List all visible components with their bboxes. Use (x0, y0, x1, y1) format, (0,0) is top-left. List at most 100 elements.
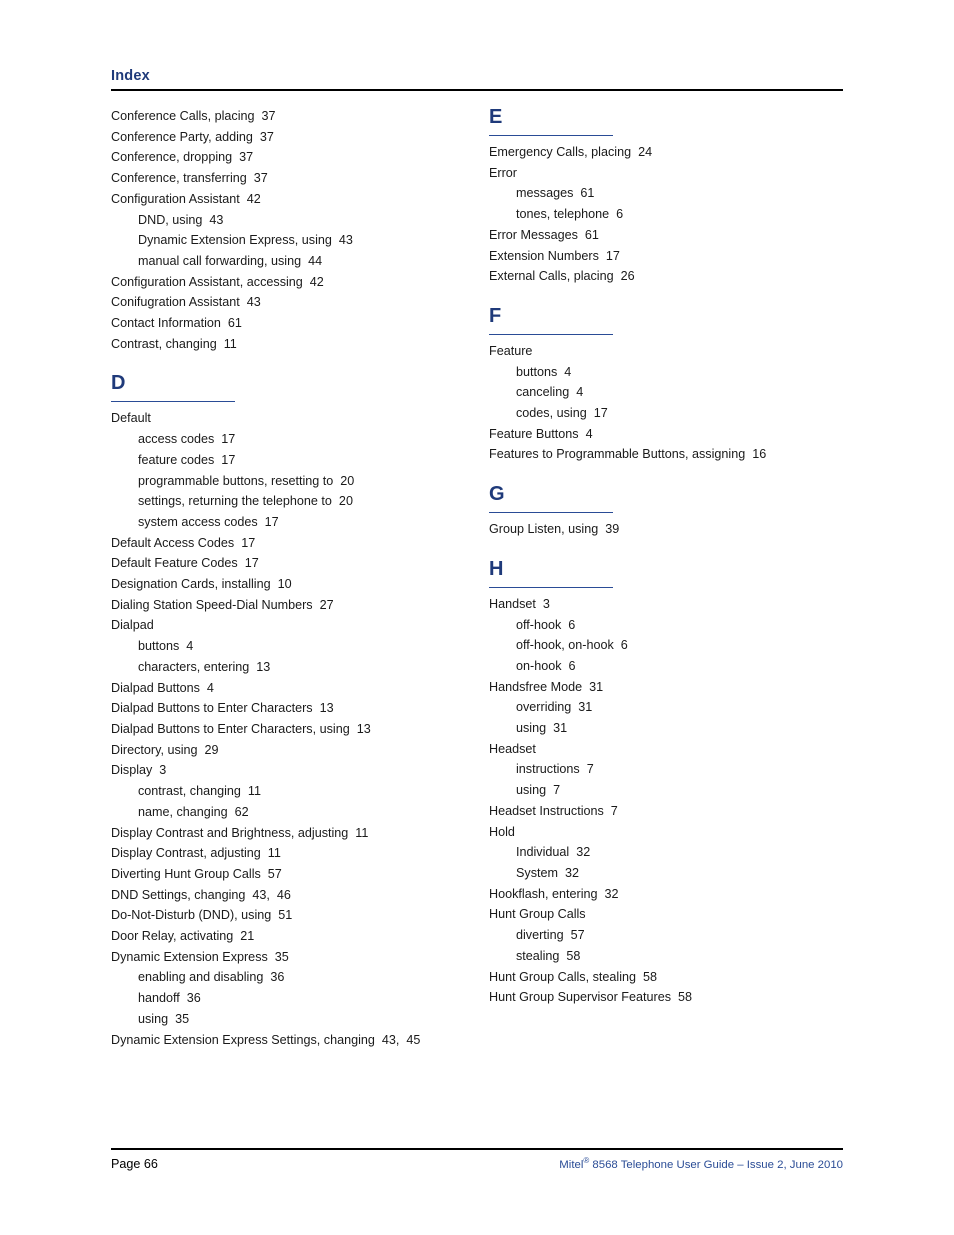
index-subentry: name, changing 62 (138, 804, 249, 819)
index-entry: Contact Information 61 (111, 316, 242, 331)
index-subentry: using 7 (516, 783, 561, 798)
index-subentry: DND, using 43 (138, 212, 224, 227)
index-subentry: buttons 4 (138, 639, 194, 654)
index-entry: Error Messages 61 (489, 227, 599, 242)
index-entry: Hunt Group Calls (489, 907, 586, 922)
index-subentry: canceling 4 (516, 385, 584, 400)
index-entry: Dialpad (111, 618, 154, 633)
index-subentry: settings, returning the telephone to 20 (138, 494, 353, 509)
index-entry: Directory, using 29 (111, 742, 219, 757)
index-subentry: tones, telephone 6 (516, 207, 624, 222)
index-entry: Extension Numbers 17 (489, 248, 620, 263)
index-subentry: using 35 (138, 1011, 190, 1026)
letter-section-d: D (111, 372, 467, 403)
letter-section-f: F (489, 305, 845, 335)
index-entry: Dialpad Buttons 4 (111, 680, 214, 695)
letter-heading: E (489, 106, 503, 128)
letter-section-h: H (489, 558, 845, 588)
index-columns: Conference Calls, placing 37 Conference P… (0, 0, 954, 1235)
index-subentry: handoff 36 (138, 991, 201, 1006)
left-column: Conference Calls, placing 37 Conference P… (111, 106, 467, 1050)
index-entry: Diverting Hunt Group Calls 57 (111, 866, 282, 881)
index-subentry: overriding 31 (516, 700, 593, 715)
index-subentry: feature codes 17 (138, 452, 236, 467)
index-entry: DND Settings, changing 43, 46 (111, 887, 291, 902)
footer-page-number: Page 66 (111, 1156, 158, 1171)
index-entry: Conference Party, adding 37 (111, 129, 274, 144)
index-entry: Handset 3 (489, 596, 550, 611)
index-entry: Dialpad Buttons to Enter Characters, usi… (111, 721, 371, 736)
letter-divider (489, 512, 613, 514)
index-subentry: Dynamic Extension Express, using 43 (138, 233, 353, 248)
index-subentry: programmable buttons, resetting to 20 (138, 473, 355, 488)
index-entry: Conference, transferring 37 (111, 171, 268, 186)
letter-divider (111, 401, 235, 403)
letter-divider (489, 333, 613, 335)
index-subentry: diverting 57 (516, 928, 585, 943)
index-subentry: on-hook 6 (516, 658, 576, 673)
index-entry: Dynamic Extension Express Settings, chan… (111, 1032, 421, 1047)
index-entry: Contrast, changing 11 (111, 336, 237, 351)
index-entry: Door Relay, activating 21 (111, 929, 255, 944)
index-entry: Error (489, 165, 517, 180)
letter-heading: G (489, 483, 505, 506)
footer-brand: Mitel (559, 1158, 584, 1171)
footer-guide-title: Mitel® 8568 Telephone User Guide – Issue… (559, 1156, 843, 1173)
index-subentry: buttons 4 (516, 364, 572, 379)
index-entry: External Calls, placing 26 (489, 269, 635, 284)
index-entry: Features to Programmable Buttons, assign… (489, 447, 767, 462)
index-entry: Hunt Group Calls, stealing 58 (489, 969, 658, 984)
index-entry: Feature Buttons 4 (489, 426, 593, 441)
index-entry: Configuration Assistant, accessing 42 (111, 274, 324, 289)
index-subentry: stealing 58 (516, 948, 581, 963)
index-entry: Dialing Station Speed-Dial Numbers 27 (111, 597, 334, 612)
index-subentry: messages 61 (516, 186, 595, 201)
index-entry: Default Feature Codes 17 (111, 556, 259, 571)
index-subentry: using 31 (516, 721, 568, 736)
index-entry: Conference, dropping 37 (111, 150, 254, 165)
index-subentry: off-hook 6 (516, 617, 576, 632)
index-subentry: enabling and disabling 36 (138, 970, 285, 985)
index-subentry: codes, using 17 (516, 406, 608, 421)
index-subentry: instructions 7 (516, 762, 594, 777)
index-subentry: system access codes 17 (138, 514, 279, 529)
letter-heading: F (489, 304, 502, 327)
index-entry: Dynamic Extension Express 35 (111, 949, 289, 964)
footer-guide-detail: 8568 Telephone User Guide – Issue 2, Jun… (589, 1158, 843, 1171)
letter-heading: H (489, 557, 504, 580)
index-entry: Default Access Codes 17 (111, 535, 256, 550)
index-entry: Default (111, 411, 151, 426)
index-entry: Conifugration Assistant 43 (111, 295, 261, 310)
index-entry: Do-Not-Disturb (DND), using 51 (111, 908, 293, 923)
index-entry: Headset (489, 741, 536, 756)
index-entry: Hunt Group Supervisor Features 58 (489, 990, 693, 1005)
page-footer: Page 66 Mitel® 8568 Telephone User Guide… (111, 1148, 843, 1173)
right-column: E Emergency Calls, placing 24 Error message… (489, 106, 845, 1008)
index-entry: Display Contrast, adjusting 11 (111, 846, 281, 861)
index-subentry: System 32 (516, 865, 579, 880)
index-subentry: manual call forwarding, using 44 (138, 253, 323, 268)
index-entry: Designation Cards, installing 10 (111, 577, 292, 592)
index-entry: Handsfree Mode 31 (489, 679, 604, 694)
index-entry: Display 3 (111, 763, 167, 778)
index-subentry: Individual 32 (516, 845, 591, 860)
index-subentry: contrast, changing 11 (138, 784, 261, 799)
index-entry: Feature (489, 343, 533, 358)
letter-divider (489, 586, 613, 588)
index-subentry: characters, entering 13 (138, 659, 271, 674)
footer-row: Page 66 Mitel® 8568 Telephone User Guide… (111, 1156, 843, 1173)
index-entry: Dialpad Buttons to Enter Characters 13 (111, 701, 334, 716)
index-entry: Emergency Calls, placing 24 (489, 145, 653, 159)
index-entry: Hold (489, 824, 515, 839)
footer-divider (111, 1148, 843, 1150)
letter-section-g: G (489, 483, 845, 514)
index-entry: Display Contrast and Brightness, adjusti… (111, 825, 369, 840)
index-entry: Headset Instructions 7 (489, 803, 618, 818)
letter-divider (489, 135, 613, 136)
index-subentry: access codes 17 (138, 432, 236, 447)
index-entry: Hookflash, entering 32 (489, 886, 619, 901)
index-entry: Configuration Assistant 42 (111, 191, 261, 206)
index-subentry: off-hook, on-hook 6 (516, 638, 628, 653)
letter-section-e: E (489, 106, 845, 136)
index-entry: Conference Calls, placing 37 (111, 109, 276, 123)
